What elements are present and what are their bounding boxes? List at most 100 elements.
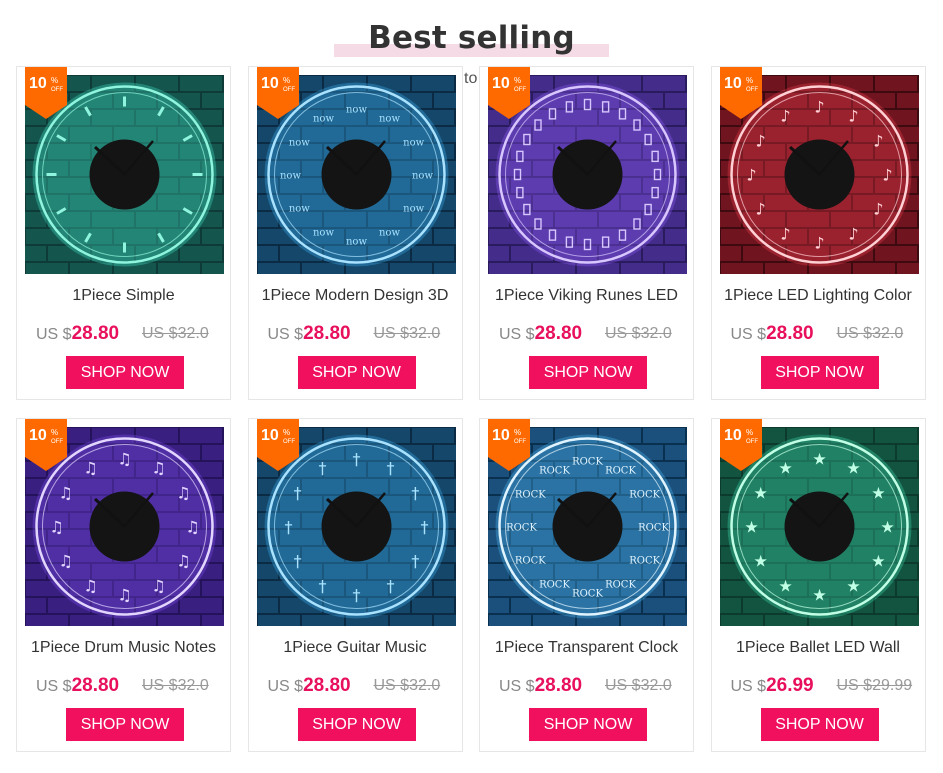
discount-badge: 10 % OFF (719, 419, 762, 471)
brick (874, 76, 917, 91)
dial-symbol: † (411, 484, 419, 503)
price-amount: 28.80 (303, 675, 351, 696)
brick (257, 263, 300, 274)
brick (489, 263, 531, 274)
dial-symbol: † (318, 459, 326, 478)
brick (896, 581, 919, 596)
product-card-8[interactable]: ★ ★ ★ ★ ★ ★ ★ ★ ★ ★ ★ ★ 10 % OFF 1Piece Ballet LED … (710, 418, 926, 752)
price-amount: 28.80 (534, 323, 583, 344)
dial-symbol: ♫ (117, 450, 131, 469)
dial-symbol: ♪ (780, 107, 790, 126)
current-price: US $28.80 (731, 323, 814, 345)
shop-now-button[interactable]: SHOP NOW (66, 708, 184, 741)
product-name[interactable]: 1Piece Modern Design 3D (249, 287, 462, 305)
original-price: US $32.0 (836, 325, 904, 342)
brick (665, 445, 687, 460)
product-name[interactable]: 1Piece Guitar Music (249, 639, 462, 657)
price-currency: US $ (267, 326, 304, 343)
shop-now-button[interactable]: SHOP NOW (760, 708, 879, 741)
original-price: US $32.0 (373, 325, 441, 342)
brick (202, 93, 224, 108)
dial-symbol: ♫ (151, 459, 165, 478)
dial-word: ROCK (605, 465, 636, 476)
brick (202, 229, 224, 244)
price-amount: 28.80 (303, 323, 351, 344)
product-name[interactable]: 1Piece Drum Music Notes (17, 639, 230, 657)
price-currency: US $ (36, 326, 72, 343)
dial-word: now (378, 113, 399, 124)
dial-word: now (288, 138, 309, 149)
brick (719, 246, 741, 261)
brick (896, 615, 919, 626)
product-name[interactable]: 1Piece Simple (17, 287, 230, 305)
brick (301, 615, 344, 626)
brick (26, 263, 68, 274)
brick (488, 598, 509, 613)
current-price: US $28.80 (268, 323, 351, 345)
product-card-7[interactable]: ROCK ROCK ROCK ROCK ROCK ROCK ROCK ROCK ROCK ROCK… (479, 418, 694, 752)
badge-off: OFF (283, 439, 295, 445)
brick (874, 428, 917, 443)
product-name[interactable]: 1Piece Viking Runes LED (480, 287, 693, 305)
product-card-1[interactable]: 10 % OFF 1Piece Simple US $28.80 US $32.… (16, 66, 231, 400)
brick (489, 615, 531, 626)
dial-symbol: † (284, 518, 292, 537)
shop-now-button[interactable]: SHOP NOW (529, 356, 647, 389)
brick (389, 615, 432, 626)
dial-symbol: ♪ (780, 224, 790, 243)
badge-off: OFF (51, 439, 63, 445)
current-price: US $28.80 (36, 323, 119, 345)
product-card-6[interactable]: † † † † † † † † † † † † 10 % OFF 1Piece Guitar Musi… (247, 418, 463, 752)
current-price: US $26.99 (731, 675, 814, 697)
dial-symbol: † (352, 450, 360, 469)
dial-word: ROCK (515, 556, 546, 567)
price-currency: US $ (36, 678, 72, 695)
brick (26, 615, 68, 626)
badge-off: OFF (283, 87, 295, 93)
brick (533, 263, 575, 274)
product-card-3[interactable]: 10 % OFF 1Piece Viking Runes LED US $28.… (479, 66, 694, 400)
price-amount: 26.99 (766, 675, 814, 696)
brick (301, 263, 344, 274)
shop-now-button[interactable]: SHOP NOW (760, 356, 879, 389)
current-price: US $28.80 (268, 675, 351, 697)
badge-off: OFF (746, 87, 758, 93)
brick (665, 581, 687, 596)
dial-word: ROCK (572, 457, 603, 468)
shop-now-button[interactable]: SHOP NOW (529, 708, 647, 741)
shop-now-button[interactable]: SHOP NOW (297, 356, 416, 389)
dial-symbol: ♫ (117, 586, 131, 605)
dial-symbol: ♪ (814, 234, 824, 253)
product-name[interactable]: 1Piece Ballet LED Wall (712, 639, 925, 657)
product-name[interactable]: 1Piece LED Lighting Color (712, 287, 925, 305)
product-card-5[interactable]: ♫ ♫ ♫ ♫ ♫ ♫ ♫ ♫ ♫ ♫ ♫ ♫ 10 % OFF 1Piece Drum Music … (16, 418, 231, 752)
brick (852, 615, 895, 626)
price-amount: 28.80 (534, 675, 583, 696)
discount-badge: 10 % OFF (488, 67, 530, 119)
discount-badge: 10 % OFF (25, 419, 67, 471)
brick (202, 263, 224, 274)
dial-symbol: ♫ (83, 576, 97, 595)
brick (488, 246, 509, 261)
dial-word: ROCK (605, 580, 636, 591)
dial-word: ROCK (629, 490, 660, 501)
dial-word: now (378, 228, 399, 239)
discount-badge: 10 % OFF (25, 67, 67, 119)
badge-off: OFF (51, 87, 63, 93)
dial-symbol: ★ (812, 450, 826, 469)
dial-symbol: ♫ (83, 459, 97, 478)
brick (202, 615, 224, 626)
dial-symbol: ★ (753, 484, 767, 503)
badge-percent-sign: % (514, 76, 521, 85)
discount-badge: 10 % OFF (256, 67, 299, 119)
badge-percent: 10 (29, 75, 47, 92)
shop-now-button[interactable]: SHOP NOW (297, 708, 416, 741)
dial-symbol: ♪ (873, 132, 883, 151)
dial-symbol: ♪ (848, 224, 858, 243)
shop-now-button[interactable]: SHOP NOW (66, 356, 184, 389)
badge-percent-sign: % (51, 76, 58, 85)
product-name[interactable]: 1Piece Transparent Clock (480, 639, 693, 657)
product-card-2[interactable]: now now now now now now now now now now now now 10 … (247, 66, 463, 400)
dial-symbol: ★ (846, 459, 860, 478)
product-card-4[interactable]: ♪ ♪ ♪ ♪ ♪ ♪ ♪ ♪ ♪ ♪ ♪ ♪ 10 % OFF 1Piece LED Lightin… (710, 66, 926, 400)
